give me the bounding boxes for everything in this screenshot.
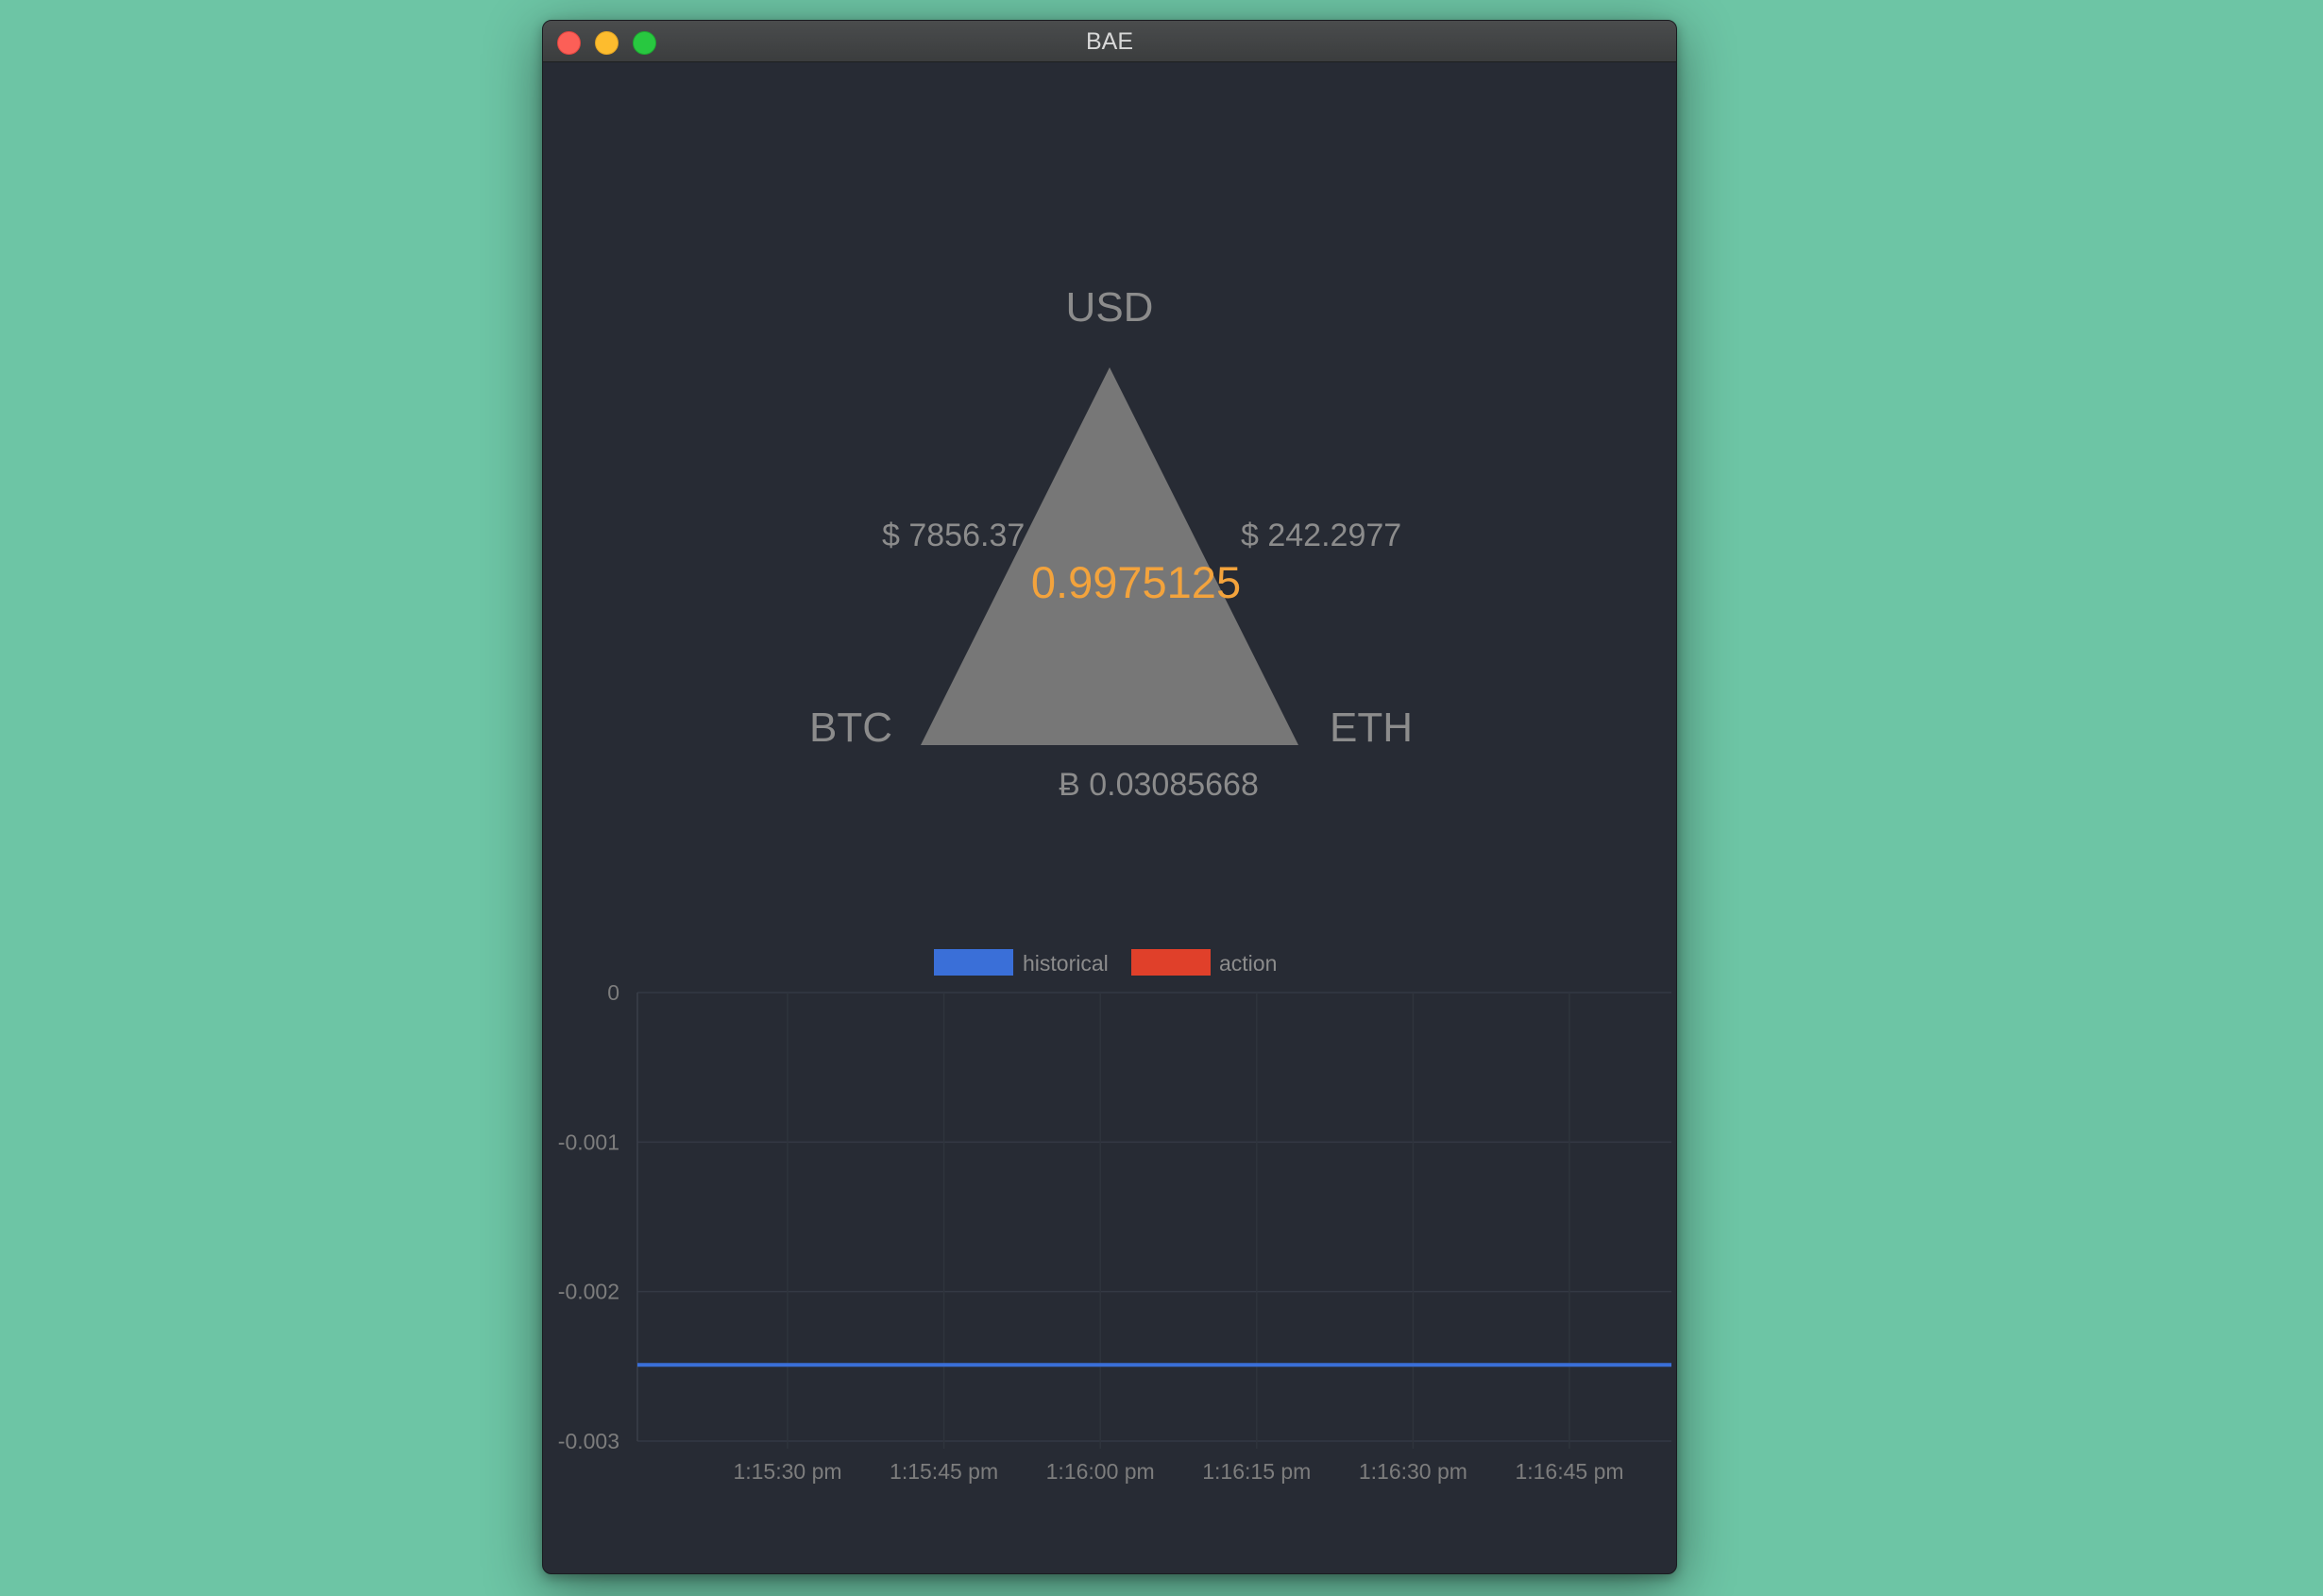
triangle-shape (921, 367, 1298, 745)
dashboard-canvas: USD BTC ETH $ 7856.37 $ 242.2977 Ƀ 0.030… (558, 284, 1671, 1484)
y-tick-label: -0.002 (558, 1280, 619, 1304)
arbitrage-triangle: USD BTC ETH $ 7856.37 $ 242.2977 Ƀ 0.030… (809, 284, 1413, 803)
legend-action-swatch (1131, 949, 1211, 976)
y-gridlines (637, 992, 1671, 1442)
x-tick-label: 1:15:45 pm (890, 1459, 998, 1484)
x-tick-label: 1:15:30 pm (733, 1459, 841, 1484)
btc-usd-rate: $ 7856.37 (882, 518, 1025, 553)
usd-label: USD (1066, 284, 1154, 331)
legend-action-label: action (1219, 951, 1277, 976)
y-tick-label: 0 (607, 980, 619, 1005)
eth-label: ETH (1330, 705, 1413, 751)
x-gridlines (787, 993, 1570, 1449)
legend-historical-swatch (934, 949, 1013, 976)
y-tick-label: -0.001 (558, 1129, 619, 1154)
eth-btc-rate: Ƀ 0.03085668 (1059, 767, 1259, 803)
y-tick-label: -0.003 (558, 1429, 619, 1453)
x-tick-labels: 1:15:30 pm 1:15:45 pm 1:16:00 pm 1:16:15… (733, 1459, 1623, 1484)
line-chart: 0 -0.001 -0.002 -0.003 1:15:30 pm 1:15:4… (558, 980, 1671, 1484)
x-tick-label: 1:16:00 pm (1046, 1459, 1155, 1484)
title-bar[interactable]: BAE (543, 21, 1676, 62)
btc-label: BTC (809, 705, 892, 751)
eth-usd-rate: $ 242.2977 (1241, 518, 1401, 553)
x-tick-label: 1:16:45 pm (1515, 1459, 1623, 1484)
chart-legend: historical action (934, 949, 1277, 976)
x-tick-label: 1:16:30 pm (1359, 1459, 1467, 1484)
main-content: USD BTC ETH $ 7856.37 $ 242.2977 Ƀ 0.030… (543, 62, 1676, 1573)
x-tick-label: 1:16:15 pm (1202, 1459, 1311, 1484)
arbitrage-ratio: 0.9975125 (1031, 557, 1241, 607)
y-tick-labels: 0 -0.001 -0.002 -0.003 (558, 980, 619, 1453)
legend-historical-label: historical (1023, 951, 1109, 976)
window-title: BAE (1085, 28, 1134, 55)
app-window: BAE USD BTC ETH $ 7856.37 $ 242.2977 Ƀ 0… (542, 20, 1677, 1574)
